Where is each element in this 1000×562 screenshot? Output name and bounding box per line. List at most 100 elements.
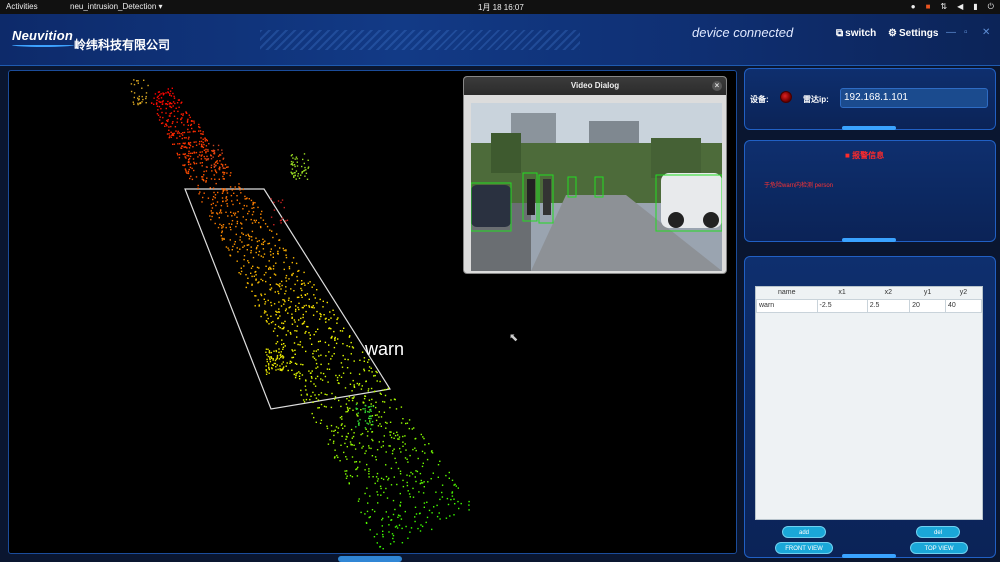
switch-button[interactable]: ⧉ switch xyxy=(836,28,876,39)
camera-video-frame xyxy=(471,103,722,271)
point-cloud-point xyxy=(265,373,268,375)
point-cloud-point xyxy=(193,151,195,153)
app-menu[interactable]: neu_intrusion_Detection ▾ xyxy=(70,2,163,11)
table-cell[interactable]: 20 xyxy=(909,298,947,313)
point-cloud-point xyxy=(298,371,300,373)
point-cloud-point xyxy=(327,363,330,365)
power-icon[interactable]: ⏻ xyxy=(988,2,994,12)
point-cloud-point xyxy=(289,360,292,363)
table-cell[interactable]: 40 xyxy=(945,298,982,313)
point-cloud-point xyxy=(229,226,231,228)
point-cloud-point xyxy=(285,250,287,252)
column-header[interactable]: x1 xyxy=(817,287,868,299)
viewer-splitter-handle[interactable] xyxy=(338,556,402,562)
point-cloud-point xyxy=(399,505,401,507)
close-icon[interactable]: × xyxy=(712,81,722,91)
point-cloud-point xyxy=(200,133,202,135)
point-cloud-point xyxy=(373,536,376,538)
point-cloud-point xyxy=(368,447,370,449)
system-tray[interactable]: ● ■ ⇅ ◀ ▮ ⏻ xyxy=(911,2,994,12)
point-cloud-point xyxy=(145,92,148,94)
point-cloud-point xyxy=(361,447,363,449)
point-cloud-point xyxy=(234,188,236,190)
point-cloud-point xyxy=(379,546,381,548)
clock[interactable]: 1月 18 16:07 xyxy=(478,2,524,13)
settings-button[interactable]: ⚙ Settings xyxy=(888,28,938,39)
point-cloud-point xyxy=(378,441,380,443)
zone-table[interactable]: name x1 x2 y1 y2 warn -2.5 2.5 20 40 xyxy=(755,286,983,520)
top-view-button[interactable]: TOP VIEW xyxy=(910,542,968,554)
column-header[interactable]: name xyxy=(756,287,818,299)
point-cloud-point xyxy=(198,193,200,195)
add-button[interactable]: add xyxy=(782,526,826,538)
point-cloud-point xyxy=(415,437,417,440)
point-cloud-point xyxy=(284,345,286,347)
point-cloud-point xyxy=(167,91,169,93)
point-cloud-point xyxy=(292,161,294,163)
point-cloud-point xyxy=(156,105,159,107)
point-cloud-point xyxy=(208,143,210,145)
column-header[interactable]: y1 xyxy=(909,287,946,299)
video-dialog[interactable]: Video Dialog × xyxy=(463,76,727,274)
point-cloud-point xyxy=(310,372,312,374)
front-view-button[interactable]: FRONT VIEW xyxy=(775,542,833,554)
point-cloud-point xyxy=(263,298,265,300)
point-cloud-point xyxy=(298,269,300,272)
radar-ip-input[interactable]: 192.168.1.101 xyxy=(840,88,988,108)
point-cloud-point xyxy=(391,452,394,455)
network-icon[interactable]: ⇅ xyxy=(940,2,947,12)
del-button[interactable]: del xyxy=(916,526,960,538)
chat-icon[interactable]: ● xyxy=(911,2,916,12)
point-cloud-point xyxy=(273,350,275,352)
point-cloud-point xyxy=(420,524,422,526)
point-cloud-point xyxy=(295,305,297,307)
volume-icon[interactable]: ◀ xyxy=(957,2,963,12)
point-cloud-point xyxy=(340,376,343,378)
table-cell[interactable]: -2.5 xyxy=(816,298,868,313)
column-header[interactable]: x2 xyxy=(867,287,910,299)
point-cloud-point xyxy=(449,515,451,517)
point-cloud-point xyxy=(213,152,216,154)
point-cloud-point xyxy=(337,431,339,434)
activities-button[interactable]: Activities xyxy=(6,2,38,11)
video-dialog-titlebar[interactable]: Video Dialog × xyxy=(464,77,726,95)
point-cloud-point xyxy=(315,421,317,423)
point-cloud-point xyxy=(384,388,387,391)
point-cloud-point xyxy=(220,209,222,211)
point-cloud-point xyxy=(275,369,277,371)
point-cloud-point xyxy=(285,277,287,279)
maximize-icon[interactable]: ▫ xyxy=(964,27,968,38)
battery-icon[interactable]: ▮ xyxy=(973,2,977,12)
point-cloud-point xyxy=(304,385,307,387)
point-cloud-point xyxy=(178,132,180,134)
point-cloud-point xyxy=(439,498,441,501)
close-icon[interactable]: ✕ xyxy=(982,27,990,38)
point-cloud-point xyxy=(258,222,260,224)
point-cloud-point xyxy=(282,327,285,330)
point-cloud-point xyxy=(423,437,425,440)
point-cloud-point xyxy=(293,164,296,166)
point-cloud-point xyxy=(370,410,372,412)
point-cloud-point xyxy=(283,206,285,209)
point-cloud-point xyxy=(314,297,316,299)
point-cloud-point xyxy=(303,305,305,307)
point-cloud-point xyxy=(360,409,362,411)
app-tray-icon[interactable]: ■ xyxy=(926,2,931,12)
point-cloud-point xyxy=(242,208,244,210)
point-cloud-point xyxy=(346,345,348,347)
column-header[interactable]: y2 xyxy=(945,287,982,299)
point-cloud-point xyxy=(214,197,216,199)
table-row[interactable]: warn -2.5 2.5 20 40 xyxy=(756,298,982,313)
point-cloud-point xyxy=(180,147,183,149)
minimize-icon[interactable]: — xyxy=(946,27,956,38)
table-cell[interactable]: warn xyxy=(756,298,818,313)
point-cloud-point xyxy=(380,446,383,448)
point-cloud-point xyxy=(268,352,271,354)
point-cloud-point xyxy=(435,491,437,493)
point-cloud-point xyxy=(272,253,274,255)
point-cloud-point xyxy=(320,372,322,374)
point-cloud-point xyxy=(177,99,180,101)
table-cell[interactable]: 2.5 xyxy=(866,298,911,313)
point-cloud-point xyxy=(400,451,402,453)
point-cloud-point xyxy=(184,142,186,144)
